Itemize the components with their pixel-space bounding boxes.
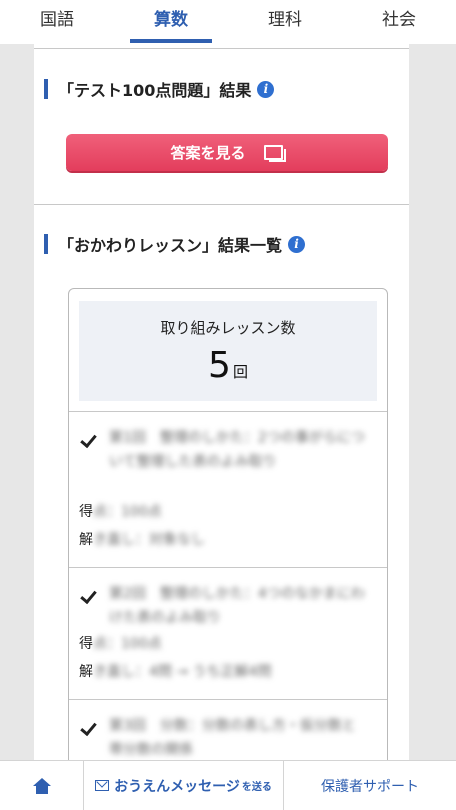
lesson-score-first: 得	[79, 504, 93, 520]
lesson-count-label: 取り組みレッスン数	[160, 319, 296, 337]
lesson-title: 第2回 整理のしかた：4つのなかまにわけた表のよみ取り	[109, 586, 365, 626]
home-button[interactable]	[0, 760, 84, 810]
lesson-title: 第3回 分数：分数の表し方・仮分数と帯分数の関係	[109, 718, 356, 758]
check-icon	[81, 588, 101, 604]
divider	[34, 204, 409, 205]
lesson-score-rest: 点：100点	[93, 504, 162, 520]
lesson-retry-rest: き直し：4問 → うち正解4問	[93, 664, 272, 680]
lesson-result-title: 「おかわりレッスン」結果一覧	[58, 236, 283, 255]
lesson-retry: 解き直し：対象なし	[79, 530, 205, 550]
view-answers-label: 答案を見る	[170, 144, 246, 162]
mail-icon	[95, 780, 110, 791]
lesson-retry: 解き直し：4問 → うち正解4問	[79, 662, 271, 682]
test-result-title: 「テスト100点問題」結果	[58, 81, 252, 100]
lesson-result-heading: 「おかわりレッスン」結果一覧 i	[58, 232, 306, 256]
tab-math[interactable]: 算数	[114, 0, 228, 44]
right-gutter	[409, 44, 456, 760]
lesson-title: 第1回 整理のしかた：2つの事がらについて整理した表のよみ取り	[109, 430, 365, 470]
lesson-count-value: 5回	[79, 345, 377, 386]
subject-tabs: 国語 算数 理科 社会	[0, 0, 456, 44]
test-result-heading: 「テスト100点問題」結果 i	[58, 77, 275, 101]
info-icon[interactable]: i	[257, 80, 275, 98]
tab-science[interactable]: 理科	[228, 0, 342, 44]
lesson-retry-rest: き直し：対象なし	[93, 532, 205, 548]
tab-social[interactable]: 社会	[342, 0, 456, 44]
bottom-nav: おうえんメッセージ を送る 保護者サポート	[0, 760, 456, 810]
section-marker	[44, 79, 48, 99]
content-panel[interactable]: 「テスト100点問題」結果 i 答案を見る 「おかわりレッスン」結果一覧 i 取…	[34, 44, 409, 760]
view-answers-button[interactable]: 答案を見る	[66, 134, 388, 171]
lesson-result-card: 取り組みレッスン数 5回 第1回 整理のしかた：2つの事がらについて整理した表の…	[68, 288, 388, 760]
message-suffix: を送る	[241, 782, 272, 793]
info-icon[interactable]: i	[288, 235, 306, 253]
check-icon	[81, 720, 101, 736]
home-icon	[32, 777, 51, 794]
check-icon	[81, 432, 101, 448]
lesson-score: 得点：100点	[79, 634, 162, 654]
section-marker	[44, 234, 48, 254]
send-message-button[interactable]: おうえんメッセージ を送る	[84, 760, 284, 810]
lesson-score-rest: 点：100点	[93, 636, 162, 652]
left-gutter	[0, 44, 34, 760]
divider	[34, 48, 409, 49]
lesson-count-box: 取り組みレッスン数 5回	[79, 301, 377, 401]
lesson-count-unit: 回	[232, 363, 248, 381]
lesson-retry-first: 解	[79, 664, 93, 680]
lesson-count-number: 5	[208, 345, 231, 386]
document-icon	[263, 145, 286, 162]
lesson-retry-first: 解	[79, 532, 93, 548]
lesson-item[interactable]: 第3回 分数：分数の表し方・仮分数と帯分数の関係	[69, 699, 387, 760]
lesson-item[interactable]: 第2回 整理のしかた：4つのなかまにわけた表のよみ取り 得点：100点 解き直し…	[69, 567, 387, 699]
parent-support-link[interactable]: 保護者サポート	[284, 776, 456, 796]
lesson-item[interactable]: 第1回 整理のしかた：2つの事がらについて整理した表のよみ取り 得点：100点 …	[69, 411, 387, 567]
lesson-score-first: 得	[79, 636, 93, 652]
lesson-score: 得点：100点	[79, 502, 162, 522]
tab-japanese[interactable]: 国語	[0, 0, 114, 44]
message-label: おうえんメッセージ	[114, 778, 240, 795]
